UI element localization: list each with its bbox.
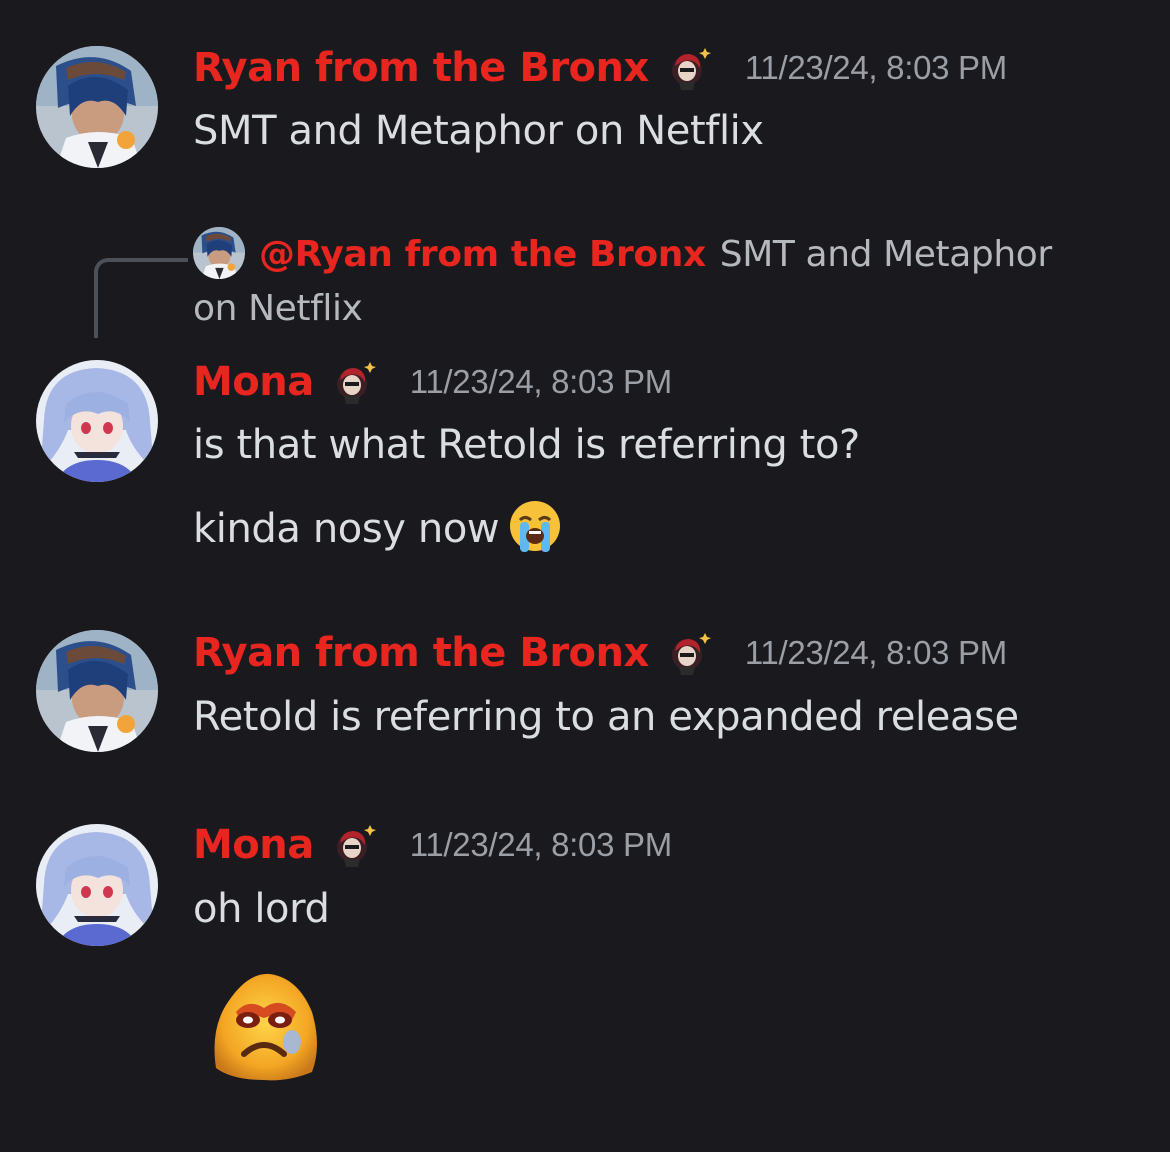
username[interactable]: Ryan from the Bronx: [193, 629, 649, 677]
ryan-avatar[interactable]: [36, 630, 158, 752]
ryan-avatar[interactable]: [36, 46, 158, 168]
role-badge-icon[interactable]: [332, 823, 376, 867]
role-badge-icon[interactable]: [667, 46, 711, 90]
message-text-2: kinda nosy now: [193, 498, 563, 554]
message-header: Mona 11/23/24, 8:03 PM: [193, 358, 672, 406]
message-header: Ryan from the Bronx 11/23/24, 8:03 PM: [193, 44, 1007, 92]
message-text: oh lord: [193, 886, 330, 932]
username[interactable]: Mona: [193, 358, 314, 406]
reply-connector: [94, 258, 188, 338]
reply-preview[interactable]: @Ryan from the Bronx SMT and Metaphor on …: [193, 228, 1093, 336]
distressed-face-emoji[interactable]: [208, 968, 322, 1084]
message-header: Mona 11/23/24, 8:03 PM: [193, 821, 672, 869]
timestamp[interactable]: 11/23/24, 8:03 PM: [745, 48, 1007, 88]
mona-avatar[interactable]: [36, 824, 158, 946]
role-badge-icon[interactable]: [667, 631, 711, 675]
username[interactable]: Mona: [193, 821, 314, 869]
message-text: SMT and Metaphor on Netflix: [193, 108, 764, 154]
message-text: kinda nosy now: [193, 506, 500, 552]
timestamp[interactable]: 11/23/24, 8:03 PM: [410, 362, 672, 402]
username[interactable]: Ryan from the Bronx: [193, 44, 649, 92]
message-text: is that what Retold is referring to?: [193, 422, 860, 468]
timestamp[interactable]: 11/23/24, 8:03 PM: [410, 825, 672, 865]
loudly-crying-face-emoji[interactable]: [507, 498, 563, 554]
message-header: Ryan from the Bronx 11/23/24, 8:03 PM: [193, 629, 1007, 677]
timestamp[interactable]: 11/23/24, 8:03 PM: [745, 633, 1007, 673]
role-badge-icon[interactable]: [332, 360, 376, 404]
mona-avatar[interactable]: [36, 360, 158, 482]
reply-mention[interactable]: @Ryan from the Bronx: [259, 234, 706, 275]
message-text: Retold is referring to an expanded relea…: [193, 694, 1019, 740]
